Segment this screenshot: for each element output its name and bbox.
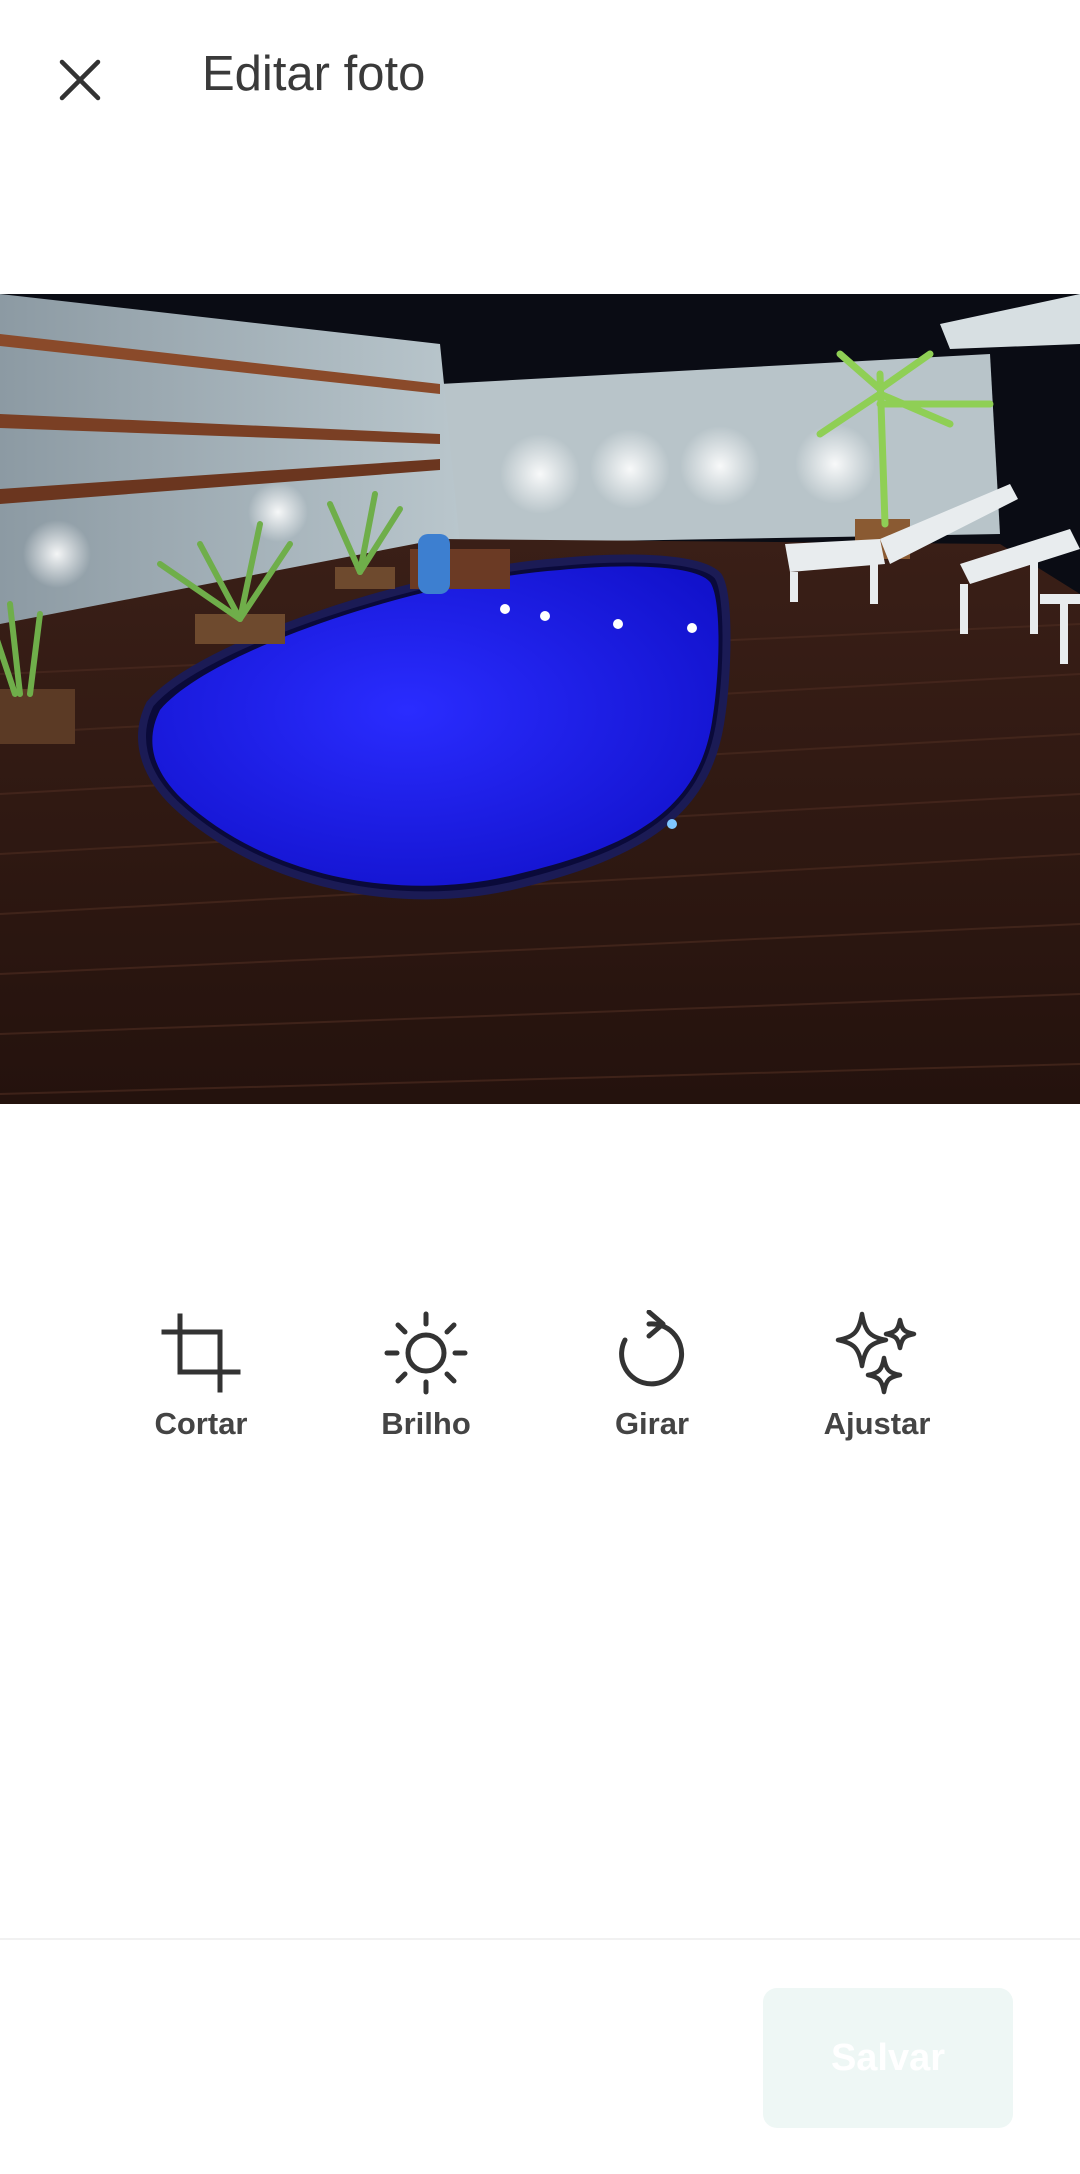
- photo-preview: [0, 294, 1080, 1104]
- save-button[interactable]: Salvar: [763, 1988, 1013, 2128]
- rotate-tool-button[interactable]: Girar: [552, 1310, 752, 1442]
- edit-toolbar: Cortar Brilho Girar Ajustar: [0, 1310, 1080, 1470]
- tool-label-adjust: Ajustar: [823, 1406, 931, 1441]
- brightness-icon: [384, 1311, 468, 1395]
- crop-icon: [161, 1313, 241, 1393]
- sparkle-icon: [835, 1311, 917, 1395]
- footer-divider: [0, 1938, 1080, 1940]
- page-title: Editar foto: [202, 47, 426, 101]
- tool-label-rotate: Girar: [614, 1406, 690, 1441]
- tool-label-brightness: Brilho: [381, 1406, 471, 1441]
- brightness-tool-button[interactable]: Brilho: [326, 1310, 526, 1442]
- close-icon: [59, 59, 101, 101]
- rotate-icon: [619, 1310, 685, 1387]
- tool-label-crop: Cortar: [154, 1406, 248, 1441]
- adjust-tool-button[interactable]: Ajustar: [777, 1310, 977, 1442]
- close-button[interactable]: [44, 44, 116, 116]
- crop-tool-button[interactable]: Cortar: [101, 1310, 301, 1442]
- top-bar: Editar foto: [0, 0, 1080, 170]
